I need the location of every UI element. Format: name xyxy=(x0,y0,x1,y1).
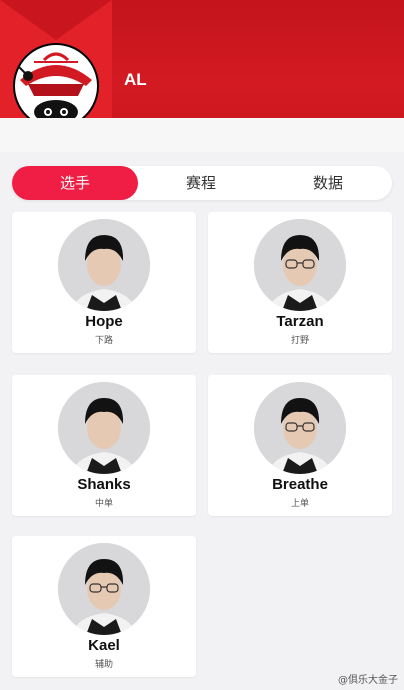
player-avatar xyxy=(254,219,346,311)
player-card-hope[interactable]: Hope 下路 xyxy=(12,212,196,353)
player-photo xyxy=(254,382,346,474)
header-divider xyxy=(0,118,404,152)
player-avatar xyxy=(58,382,150,474)
player-role: 打野 xyxy=(290,336,309,346)
team-header: AL xyxy=(0,0,404,152)
player-photo xyxy=(58,543,150,635)
tab-schedule[interactable]: 赛程 xyxy=(138,166,264,200)
watermark: @俱乐大金子 xyxy=(338,675,398,686)
player-photo xyxy=(58,219,150,311)
player-photo xyxy=(254,219,346,311)
team-name: AL xyxy=(124,70,147,89)
player-photo xyxy=(58,382,150,474)
player-name: Shanks xyxy=(77,476,131,493)
player-role: 辅助 xyxy=(94,660,113,670)
player-role: 中单 xyxy=(94,499,113,509)
player-name: Tarzan xyxy=(276,313,324,330)
tab-players[interactable]: 选手 xyxy=(12,166,138,200)
player-name: Kael xyxy=(88,637,120,654)
player-avatar xyxy=(58,543,150,635)
tab-bar: 选手 赛程 数据 xyxy=(12,166,392,200)
player-card-kael[interactable]: Kael 辅助 xyxy=(12,536,196,677)
tab-stats[interactable]: 数据 xyxy=(264,166,392,200)
player-card-shanks[interactable]: Shanks 中单 xyxy=(12,375,196,516)
player-card-breathe[interactable]: Breathe 上单 xyxy=(208,375,392,516)
player-avatar xyxy=(58,219,150,311)
player-card-tarzan[interactable]: Tarzan 打野 xyxy=(208,212,392,353)
player-role: 上单 xyxy=(290,499,309,509)
player-name: Hope xyxy=(85,313,123,330)
player-name: Breathe xyxy=(272,476,328,493)
player-role: 下路 xyxy=(94,336,113,346)
player-avatar xyxy=(254,382,346,474)
